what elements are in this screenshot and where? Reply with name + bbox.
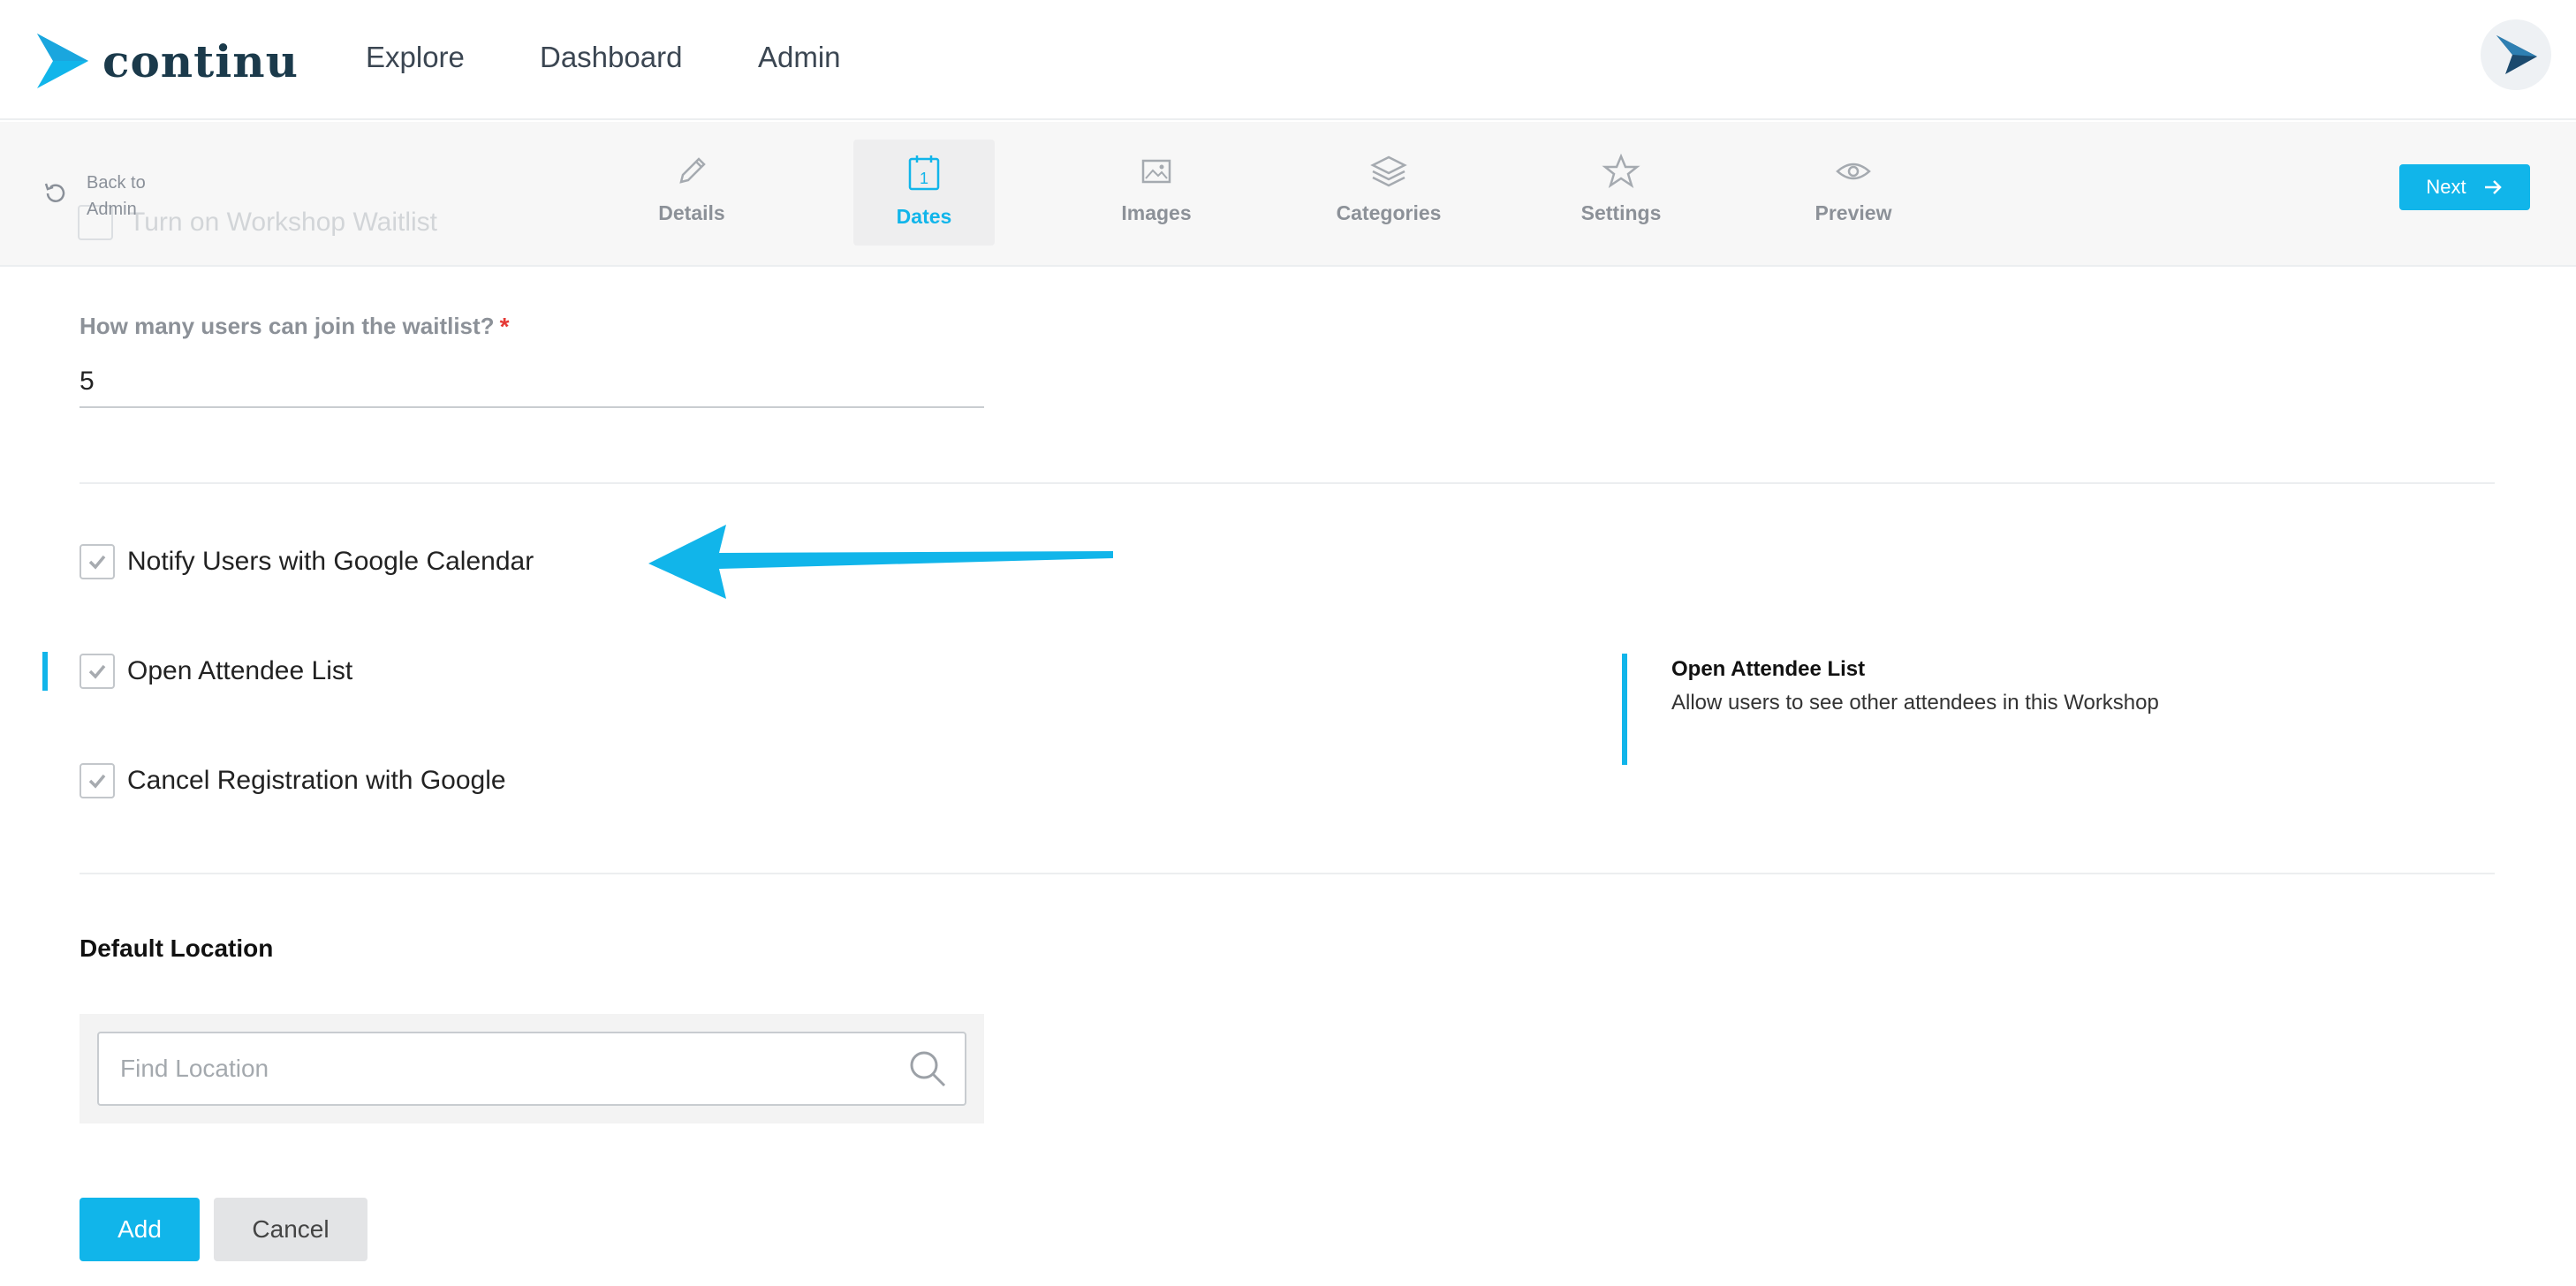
checkbox[interactable]: [80, 544, 115, 579]
nav-explore[interactable]: Explore: [366, 41, 465, 74]
check-icon: [88, 664, 106, 679]
ghost-waitlist-label: Turn on Workshop Waitlist: [129, 208, 437, 237]
option-cancel-registration-google-label: Cancel Registration with Google: [127, 766, 506, 795]
top-navigation: continu Explore Dashboard Admin: [0, 0, 2576, 120]
calendar-day: 1: [920, 170, 928, 187]
waitlist-count-label-text: How many users can join the waitlist?: [80, 313, 495, 339]
next-button[interactable]: Next: [2399, 164, 2530, 210]
pencil-icon: [679, 157, 706, 184]
option-open-attendee-list-label: Open Attendee List: [127, 656, 353, 685]
option-notify-google-calendar[interactable]: Notify Users with Google Calendar: [80, 544, 534, 579]
focus-indicator: [42, 652, 48, 691]
waitlist-count-input[interactable]: [80, 357, 984, 408]
annotation-arrow: [648, 525, 1113, 599]
check-icon: [88, 774, 106, 789]
add-button[interactable]: Add: [80, 1198, 200, 1261]
continu-logo-icon: [37, 34, 88, 88]
wizard-step-bar: Turn on Workshop Waitlist Back to Admin …: [0, 122, 2576, 267]
eye-icon: [1836, 163, 1871, 180]
step-details-label: Details: [658, 201, 725, 224]
step-categories-label: Categories: [1336, 201, 1442, 224]
step-settings-label: Settings: [1580, 201, 1662, 224]
find-location-input[interactable]: [97, 1032, 966, 1106]
step-dates-label: Dates: [896, 205, 952, 228]
step-preview[interactable]: Preview: [1783, 140, 1924, 246]
next-button-label: Next: [2426, 176, 2466, 198]
back-to-admin-link[interactable]: Back to Admin: [42, 170, 157, 223]
option-open-attendee-list[interactable]: Open Attendee List: [80, 654, 352, 689]
help-panel: Open Attendee List Allow users to see ot…: [1622, 654, 2159, 765]
help-text: Allow users to see other attendees in th…: [1671, 691, 2159, 715]
step-images[interactable]: Images: [1086, 140, 1227, 246]
cancel-button[interactable]: Cancel: [214, 1198, 367, 1261]
checkbox[interactable]: [80, 654, 115, 689]
section-divider: [80, 482, 2495, 484]
avatar-logo-icon: [2496, 35, 2537, 74]
step-settings[interactable]: Settings: [1550, 140, 1692, 246]
waitlist-count-label: How many users can join the waitlist? *: [80, 313, 509, 341]
refresh-icon: [44, 183, 65, 202]
nav-dashboard[interactable]: Dashboard: [540, 41, 682, 74]
step-dates[interactable]: 1 Dates: [853, 140, 995, 246]
option-notify-google-calendar-label: Notify Users with Google Calendar: [127, 547, 534, 576]
step-images-label: Images: [1121, 201, 1192, 224]
location-panel: [80, 1014, 984, 1123]
continu-logo[interactable]: continu: [35, 32, 299, 90]
step-preview-label: Preview: [1815, 201, 1892, 224]
back-to-admin-label: Back to Admin: [87, 173, 146, 219]
layers-icon: [1370, 155, 1407, 187]
required-mark: *: [499, 313, 510, 340]
nav-admin[interactable]: Admin: [758, 41, 841, 74]
image-icon: [1141, 159, 1171, 184]
user-avatar[interactable]: [2481, 19, 2551, 90]
search-icon[interactable]: [908, 1049, 947, 1088]
check-icon: [88, 555, 106, 570]
step-details[interactable]: Details: [621, 140, 762, 246]
brand-name: continu: [102, 34, 299, 87]
arrow-right-icon: [2484, 180, 2502, 194]
checkbox[interactable]: [80, 763, 115, 798]
step-categories[interactable]: Categories: [1318, 140, 1459, 246]
default-location-title: Default Location: [80, 934, 274, 962]
section-divider: [80, 873, 2495, 874]
help-title: Open Attendee List: [1671, 657, 1866, 681]
calendar-icon: 1: [908, 155, 940, 191]
star-icon: [1602, 154, 1640, 188]
option-cancel-registration-google[interactable]: Cancel Registration with Google: [80, 763, 506, 798]
